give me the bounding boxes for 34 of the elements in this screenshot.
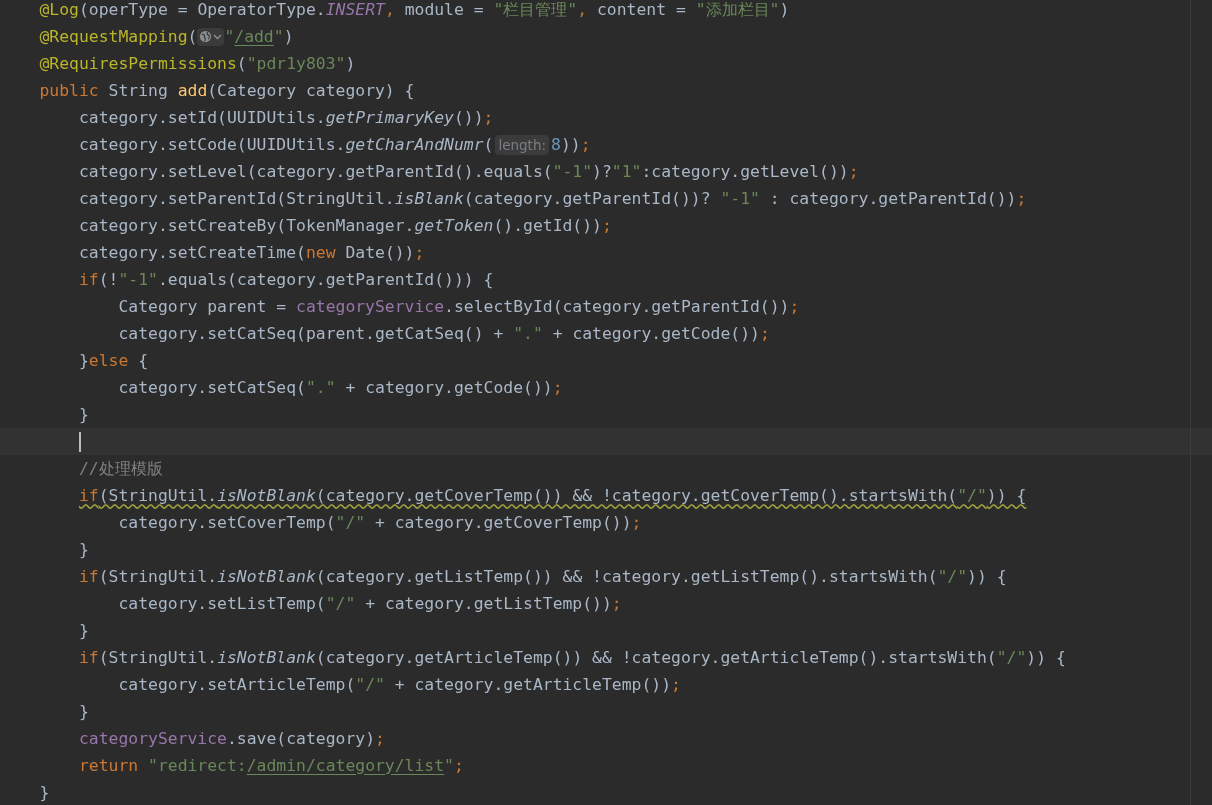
code-text: category.setId(UUIDUtils.getPrimaryKey()); <box>77 107 494 128</box>
code-text: } <box>77 701 89 722</box>
code-text: //处理模版 <box>77 458 163 479</box>
code-text: category.setArticleTemp("/" + category.getArticleTemp()); <box>117 674 681 695</box>
code-text: @RequestMapping( <box>38 26 198 47</box>
code-text: } <box>77 620 89 641</box>
code-text: public String add(Category category) { <box>38 80 415 101</box>
code-text: category.setCoverTemp("/" + category.getCoverTemp()); <box>117 512 642 533</box>
code-text: category.setParentId(StringUtil.isBlank(category.getParentId())? "-1" : category.getParentId()); <box>77 188 1027 209</box>
code-text: 8)); <box>551 134 591 155</box>
code-text: category.setListTemp("/" + category.getListTemp()); <box>117 593 622 614</box>
code-text: category.setCode(UUIDUtils.getCharAndNumr( <box>77 134 494 155</box>
code-text: category.setCatSeq("." + category.getCode()); <box>117 377 563 398</box>
code-text: category.setCatSeq(parent.getCatSeq() + "." + category.getCode()); <box>117 323 770 344</box>
code-text: if(!"-1".equals(category.getParentId())) { <box>77 269 494 290</box>
text-cursor <box>78 431 81 452</box>
code-text: if(StringUtil.isNotBlank(category.getArticleTemp()) && !category.getArticleTemp().startsWith("/")) { <box>77 647 1066 668</box>
code-text: if(StringUtil.isNotBlank(category.getListTemp()) && !category.getListTemp().startsWith("/")) { <box>77 566 1007 587</box>
parameter-hint: length: <box>495 134 549 155</box>
code-text: Category parent = categoryService.selectById(category.getParentId()); <box>117 296 800 317</box>
globe-hint-icon[interactable] <box>197 27 225 46</box>
code-text: return "redirect:/admin/category/list"; <box>77 755 464 776</box>
code-text: @RequiresPermissions("pdr1y803") <box>38 53 356 74</box>
code-text: "/add") <box>224 26 294 47</box>
code-text: } <box>38 782 50 803</box>
code-text: if(StringUtil.isNotBlank(category.getCoverTemp()) && !category.getCoverTemp().startsWith("/")) { <box>77 485 1027 506</box>
code-text: categoryService.save(category); <box>77 728 385 749</box>
code-text: category.setCreateTime(new Date()); <box>77 242 425 263</box>
code-text: category.setLevel(category.getParentId().equals("-1")?"1":category.getLevel()); <box>77 161 859 182</box>
code-text: }else { <box>77 350 149 371</box>
code-text: } <box>77 539 89 560</box>
code-text: } <box>77 404 89 425</box>
code-text: category.setCreateBy(TokenManager.getToken().getId()); <box>77 215 612 236</box>
code-text: @Log(operType = OperatorType.INSERT, module = "栏目管理", content = "添加栏目") <box>38 0 790 20</box>
